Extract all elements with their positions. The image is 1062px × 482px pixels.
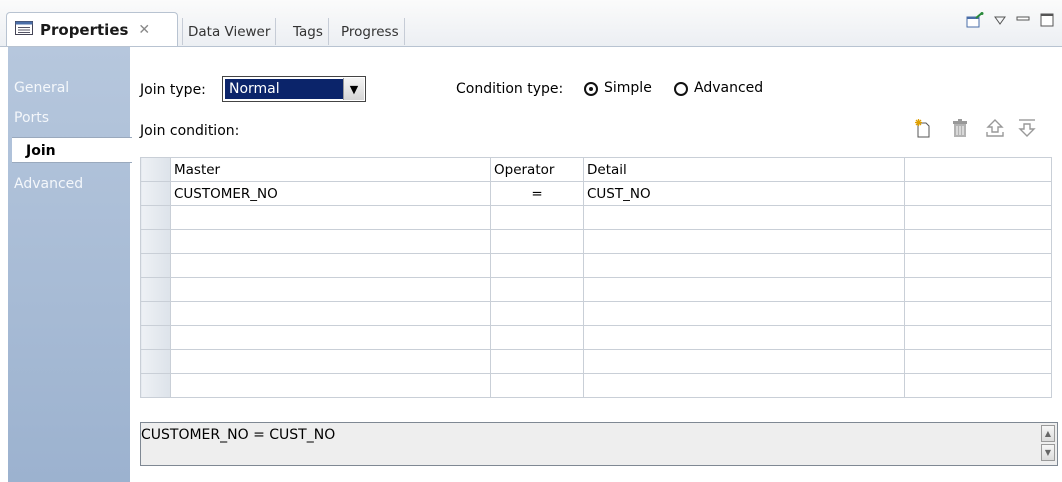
grid-header-row: Master Operator Detail <box>140 157 1052 182</box>
minimize-icon[interactable] <box>1016 14 1030 30</box>
row-header[interactable] <box>140 253 171 278</box>
cell-operator[interactable] <box>490 253 584 278</box>
properties-icon <box>15 20 33 39</box>
cell-detail[interactable] <box>583 205 905 230</box>
join-expression-text: CUSTOMER_NO = CUST_NO <box>141 427 336 443</box>
join-type-select[interactable]: Normal ▼ <box>222 76 366 102</box>
cell-extra <box>904 229 1052 254</box>
scroll-down-icon[interactable]: ▼ <box>1041 444 1055 461</box>
cell-operator[interactable] <box>490 349 584 374</box>
table-row[interactable] <box>140 229 1052 254</box>
col-operator[interactable]: Operator <box>490 157 584 182</box>
cell-master[interactable] <box>170 253 491 278</box>
tab-properties[interactable]: Properties ✕ <box>6 12 178 46</box>
view-toolbar <box>966 12 1054 32</box>
cell-master[interactable]: CUSTOMER_NO <box>170 181 491 206</box>
cell-extra <box>904 181 1052 206</box>
cell-operator[interactable] <box>490 205 584 230</box>
scroll-up-icon[interactable]: ▲ <box>1041 425 1055 442</box>
cell-detail[interactable] <box>583 325 905 350</box>
row-header[interactable] <box>140 373 171 398</box>
cell-detail[interactable] <box>583 229 905 254</box>
col-master[interactable]: Master <box>170 157 491 182</box>
row-header[interactable] <box>140 301 171 326</box>
expression-scrollbar[interactable]: ▲ ▼ <box>1041 425 1055 463</box>
cell-detail[interactable] <box>583 373 905 398</box>
cell-master[interactable] <box>170 349 491 374</box>
cell-operator[interactable]: = <box>490 181 584 206</box>
delete-icon[interactable] <box>950 118 970 142</box>
tab-data-viewer[interactable]: Data Viewer <box>182 18 277 45</box>
cell-operator[interactable] <box>490 301 584 326</box>
radio-simple-label[interactable]: Simple <box>604 80 652 96</box>
table-row[interactable] <box>140 373 1052 398</box>
join-condition-label: Join condition: <box>140 123 240 139</box>
cell-detail[interactable] <box>583 301 905 326</box>
cell-operator[interactable] <box>490 229 584 254</box>
condition-type-label: Condition type: <box>456 81 564 97</box>
grid-corner <box>140 157 171 182</box>
row-header[interactable] <box>140 205 171 230</box>
cell-extra <box>904 277 1052 302</box>
cell-master[interactable] <box>170 229 491 254</box>
maximize-icon[interactable] <box>1040 13 1054 31</box>
cell-master[interactable] <box>170 301 491 326</box>
move-up-icon[interactable] <box>984 118 1006 142</box>
view-menu-icon[interactable] <box>994 15 1006 30</box>
nav-join[interactable]: Join <box>12 137 132 163</box>
cell-extra <box>904 349 1052 374</box>
table-row[interactable] <box>140 301 1052 326</box>
col-extra <box>904 157 1052 182</box>
tab-properties-label: Properties <box>40 20 129 39</box>
cell-detail[interactable] <box>583 349 905 374</box>
join-type-label: Join type: <box>140 82 206 98</box>
radio-advanced[interactable] <box>674 82 688 96</box>
cell-master[interactable] <box>170 277 491 302</box>
nav-ports[interactable]: Ports <box>14 110 49 126</box>
join-type-value: Normal <box>225 79 343 99</box>
cell-detail[interactable] <box>583 253 905 278</box>
table-row[interactable] <box>140 205 1052 230</box>
row-header[interactable] <box>140 325 171 350</box>
join-condition-grid: Master Operator Detail CUSTOMER_NO = CUS… <box>140 157 1052 398</box>
table-row[interactable] <box>140 349 1052 374</box>
table-row[interactable] <box>140 253 1052 278</box>
cell-extra <box>904 205 1052 230</box>
cell-extra <box>904 253 1052 278</box>
new-icon[interactable] <box>914 118 932 142</box>
view-tabbar: Properties ✕ Data Viewer Tags Progress <box>0 0 1062 47</box>
col-detail[interactable]: Detail <box>583 157 905 182</box>
cell-master[interactable] <box>170 373 491 398</box>
cell-detail[interactable] <box>583 277 905 302</box>
nav-advanced[interactable]: Advanced <box>14 176 83 192</box>
cell-extra <box>904 373 1052 398</box>
table-row[interactable] <box>140 325 1052 350</box>
chevron-down-icon[interactable]: ▼ <box>343 78 364 100</box>
close-icon[interactable]: ✕ <box>138 22 150 38</box>
cell-extra <box>904 301 1052 326</box>
table-row[interactable] <box>140 277 1052 302</box>
cell-master[interactable] <box>170 325 491 350</box>
row-header[interactable] <box>140 229 171 254</box>
cell-extra <box>904 325 1052 350</box>
tab-progress[interactable]: Progress <box>336 18 405 45</box>
cell-operator[interactable] <box>490 325 584 350</box>
cell-operator[interactable] <box>490 277 584 302</box>
tab-tags[interactable]: Tags <box>288 18 329 45</box>
move-down-icon[interactable] <box>1016 118 1038 142</box>
cell-operator[interactable] <box>490 373 584 398</box>
row-header[interactable] <box>140 277 171 302</box>
join-expression-field[interactable]: CUSTOMER_NO = CUST_NO ▲ ▼ <box>140 422 1058 466</box>
radio-advanced-label[interactable]: Advanced <box>694 80 763 96</box>
cell-detail[interactable]: CUST_NO <box>583 181 905 206</box>
table-row[interactable]: CUSTOMER_NO = CUST_NO <box>140 181 1052 206</box>
row-header[interactable] <box>140 349 171 374</box>
nav-general[interactable]: General <box>14 80 69 96</box>
row-header[interactable] <box>140 181 171 206</box>
cell-master[interactable] <box>170 205 491 230</box>
pin-icon[interactable] <box>966 12 984 32</box>
radio-simple[interactable] <box>584 82 598 96</box>
